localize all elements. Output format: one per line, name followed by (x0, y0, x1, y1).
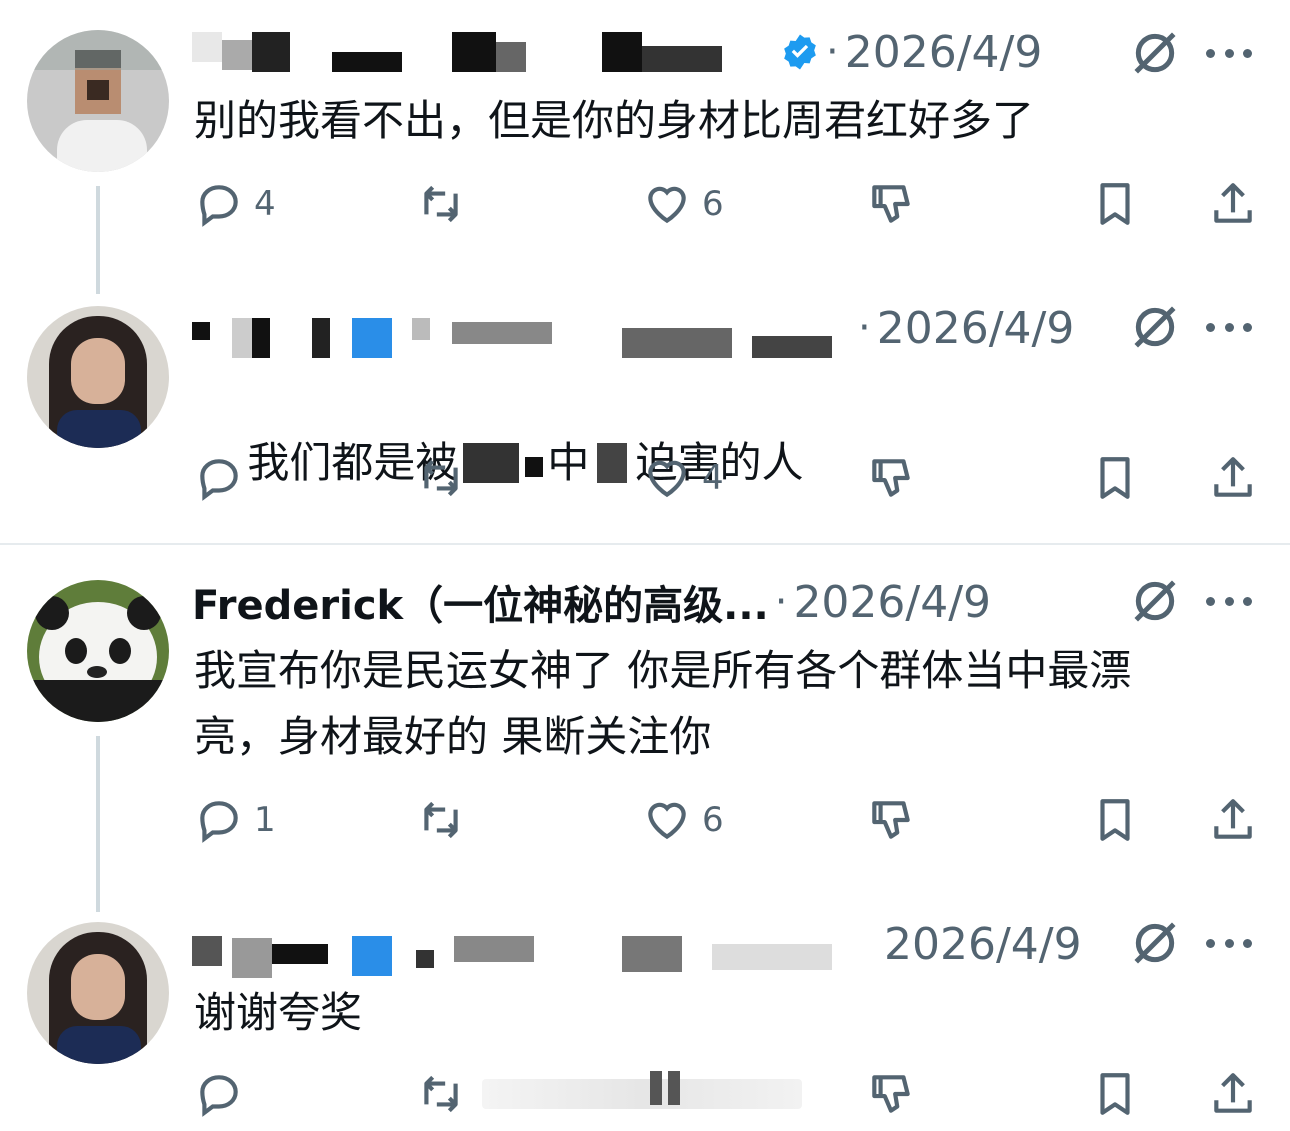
post-date[interactable]: 2026/4/9 (845, 27, 1043, 78)
like-button[interactable]: 6 (642, 176, 724, 232)
verified-badge-icon (784, 34, 816, 70)
heart-icon (648, 802, 686, 840)
share-icon (1214, 799, 1252, 839)
retweet-button[interactable] (416, 792, 466, 848)
action-bar: 1 6 (192, 792, 1262, 848)
retweet-icon (424, 801, 458, 839)
thumbs-down-icon (872, 459, 910, 497)
like-count: 6 (702, 184, 724, 224)
action-bar: 4 6 (192, 176, 1262, 232)
bookmark-icon (1100, 183, 1130, 225)
grok-icon[interactable] (1130, 576, 1180, 626)
post-text: 我宣布你是民运女神了 你是所有各个群体当中最漂 亮，身材最好的 果断关注你 (194, 646, 1132, 761)
bookmark-icon (1100, 457, 1130, 499)
post-date[interactable]: 2026/4/9 (877, 303, 1075, 354)
thread-line (96, 186, 100, 294)
watermark-overlay (482, 1066, 802, 1122)
avatar[interactable] (27, 306, 169, 448)
post-text: 别的我看不出，但是你的身材比周君红好多了 (194, 96, 1035, 145)
retweet-icon (424, 185, 458, 223)
post-header: · 2026/4/9 (192, 298, 1270, 358)
share-button[interactable] (1208, 450, 1258, 506)
retweet-icon (424, 1075, 458, 1113)
reply-button[interactable] (194, 1066, 254, 1122)
post-text: 谢谢夸奖 (194, 988, 363, 1037)
user-name[interactable] (192, 308, 852, 358)
reply-icon (200, 185, 238, 227)
bookmark-button[interactable] (1090, 1066, 1140, 1122)
retweet-button[interactable] (416, 1066, 466, 1122)
reply-button[interactable] (194, 450, 254, 506)
grok-icon[interactable] (1130, 918, 1180, 968)
avatar[interactable] (27, 922, 169, 1064)
avatar[interactable] (27, 580, 169, 722)
like-button[interactable]: 6 (642, 792, 724, 848)
like-button[interactable]: 4 (642, 450, 724, 506)
post-date[interactable]: 2026/4/9 (793, 577, 991, 628)
bookmark-button[interactable] (1090, 792, 1140, 848)
separator-dot: · (858, 305, 871, 351)
share-button[interactable] (1208, 176, 1258, 232)
user-name[interactable] (192, 924, 872, 978)
user-name[interactable] (192, 32, 772, 72)
reply-icon (200, 1075, 238, 1117)
reply-button[interactable]: 4 (194, 176, 276, 232)
more-icon[interactable] (1206, 594, 1252, 608)
share-icon (1214, 183, 1252, 223)
action-bar: 4 (192, 450, 1262, 506)
share-button[interactable] (1208, 792, 1258, 848)
thread-line (96, 736, 100, 912)
more-icon[interactable] (1206, 320, 1252, 334)
dislike-button[interactable] (866, 792, 916, 848)
more-icon[interactable] (1206, 46, 1252, 60)
avatar[interactable] (27, 30, 169, 172)
post-header: 2026/4/9 (192, 914, 1270, 978)
thread-divider (0, 543, 1290, 545)
dislike-button[interactable] (866, 1066, 916, 1122)
retweet-icon (424, 459, 458, 497)
thumbs-down-icon (872, 1075, 910, 1113)
post-header: · 2026/4/9 (192, 22, 1270, 82)
user-name[interactable]: Frederick（一位神秘的高级... (192, 573, 769, 631)
heart-icon (648, 186, 686, 224)
retweet-button[interactable] (416, 450, 466, 506)
dislike-button[interactable] (866, 450, 916, 506)
share-button[interactable] (1208, 1066, 1258, 1122)
bookmark-icon (1100, 799, 1130, 841)
reply-count: 4 (254, 184, 276, 224)
more-icon[interactable] (1206, 936, 1252, 950)
bookmark-button[interactable] (1090, 176, 1140, 232)
bookmark-icon (1100, 1073, 1130, 1115)
reply-count: 1 (254, 800, 276, 840)
bookmark-button[interactable] (1090, 450, 1140, 506)
thumbs-down-icon (872, 185, 910, 223)
reply-button[interactable]: 1 (194, 792, 276, 848)
heart-icon (648, 460, 686, 498)
grok-icon[interactable] (1130, 28, 1180, 78)
share-icon (1214, 457, 1252, 497)
share-icon (1214, 1073, 1252, 1113)
grok-icon[interactable] (1130, 302, 1180, 352)
separator-dot: · (826, 29, 839, 75)
reply-icon (200, 459, 238, 501)
post-header: Frederick（一位神秘的高级... · 2026/4/9 (192, 572, 1270, 632)
like-count: 6 (702, 800, 724, 840)
separator-dot: · (774, 579, 788, 625)
like-count: 4 (702, 458, 724, 498)
thumbs-down-icon (872, 801, 910, 839)
retweet-button[interactable] (416, 176, 466, 232)
post-date[interactable]: 2026/4/9 (884, 919, 1082, 970)
reply-icon (200, 801, 238, 843)
dislike-button[interactable] (866, 176, 916, 232)
action-bar (192, 1066, 1262, 1122)
